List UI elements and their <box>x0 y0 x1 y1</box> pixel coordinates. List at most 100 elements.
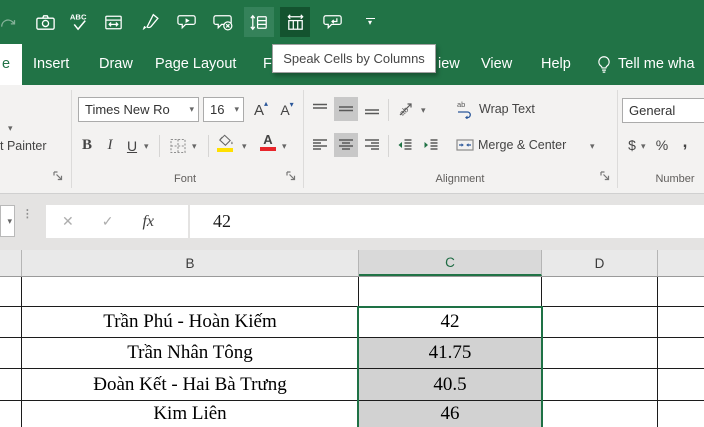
more-commands-icon[interactable]: ▾ <box>360 7 380 37</box>
brush-icon[interactable] <box>136 7 166 37</box>
cell-c5[interactable]: 46 <box>359 401 542 427</box>
number-format-combo[interactable]: General <box>622 98 704 123</box>
cell-d4[interactable] <box>542 369 658 401</box>
speak-cells-on-enter-icon[interactable] <box>318 7 348 37</box>
cell-c1[interactable] <box>359 277 542 307</box>
orientation-button[interactable]: ab <box>393 97 419 121</box>
copy-dropdown-caret[interactable]: ▾ <box>8 123 13 134</box>
lightbulb-icon <box>598 56 610 73</box>
comma-button[interactable]: , <box>678 130 692 154</box>
cell-e4[interactable] <box>658 369 704 401</box>
cell-a2[interactable] <box>0 307 22 338</box>
formula-bar-resizer[interactable]: ⁝ <box>25 207 30 222</box>
format-painter-label-partial[interactable]: t Painter <box>0 139 47 153</box>
borders-caret-icon[interactable]: ▾ <box>192 141 197 152</box>
wrap-text-label[interactable]: Wrap Text <box>479 102 535 116</box>
cell-b1[interactable] <box>22 277 359 307</box>
column-header-e[interactable] <box>658 250 704 276</box>
center-button[interactable] <box>334 133 358 157</box>
stop-speaking-icon[interactable] <box>208 7 238 37</box>
wrap-text-icon[interactable]: ab <box>455 98 477 120</box>
tell-me-box[interactable]: Tell me wha <box>596 44 704 85</box>
cell-b4[interactable]: Đoàn Kết - Hai Bà Trưng <box>22 369 359 401</box>
tab-home[interactable]: e <box>0 44 22 85</box>
merge-center-icon[interactable] <box>454 134 476 156</box>
tab-review-partial[interactable]: iew <box>438 44 460 85</box>
speak-cells-icon[interactable] <box>172 7 202 37</box>
middle-align-button[interactable] <box>334 97 358 121</box>
cell-e1[interactable] <box>658 277 704 307</box>
column-header-a[interactable] <box>0 250 22 276</box>
tab-insert[interactable]: Insert <box>33 44 69 85</box>
cell-a1[interactable] <box>0 277 22 307</box>
bold-button[interactable]: B <box>76 133 98 158</box>
cell-e2[interactable] <box>658 307 704 338</box>
tab-draw[interactable]: Draw <box>99 44 133 85</box>
top-align-button[interactable] <box>308 97 332 121</box>
cell-e5[interactable] <box>658 401 704 427</box>
underline-button[interactable]: U <box>122 133 142 158</box>
column-header-c[interactable]: C <box>359 250 542 276</box>
tab-view[interactable]: View <box>481 44 512 85</box>
speak-table-icon[interactable] <box>98 7 128 37</box>
cell-e3[interactable] <box>658 338 704 369</box>
spelling-icon[interactable]: ABC <box>64 7 94 37</box>
currency-button[interactable]: $ <box>624 133 640 157</box>
insert-function-icon[interactable]: fx <box>142 213 154 231</box>
font-name-combo[interactable]: Times New Ro ▾ <box>78 97 199 122</box>
tab-formulas-partial[interactable]: F <box>263 44 272 85</box>
grow-font-letter: A <box>253 101 264 119</box>
clipboard-dialog-launcher-icon[interactable] <box>52 169 65 182</box>
currency-caret-icon[interactable]: ▾ <box>641 141 646 152</box>
decrease-font-size-button[interactable]: A ▾ <box>275 98 299 122</box>
increase-font-size-button[interactable]: A ▴ <box>249 98 273 122</box>
name-box[interactable]: ▾ <box>0 205 15 237</box>
fill-color-button[interactable] <box>216 134 234 152</box>
font-dialog-launcher-icon[interactable] <box>285 169 298 182</box>
italic-button[interactable]: I <box>100 133 120 158</box>
font-size-combo[interactable]: 16 ▾ <box>203 97 244 122</box>
fill-color-caret-icon[interactable]: ▾ <box>242 141 247 152</box>
cell-a5[interactable] <box>0 401 22 427</box>
cell-c2-active[interactable]: 42 <box>359 307 542 338</box>
increase-indent-button[interactable] <box>419 133 443 157</box>
cell-a3[interactable] <box>0 338 22 369</box>
cell-d3[interactable] <box>542 338 658 369</box>
name-box-caret-icon: ▾ <box>7 215 12 226</box>
bottom-align-button[interactable] <box>360 97 384 121</box>
decrease-indent-button[interactable] <box>393 133 417 157</box>
cell-c3[interactable]: 41.75 <box>359 338 542 369</box>
formula-input[interactable]: 42 <box>190 205 704 238</box>
column-header-b[interactable]: B <box>22 250 359 276</box>
borders-button[interactable] <box>167 135 189 157</box>
font-color-button[interactable]: A <box>260 133 276 151</box>
merge-center-caret-icon[interactable]: ▾ <box>590 141 595 152</box>
align-left-button[interactable] <box>308 133 332 157</box>
speak-cells-by-rows-icon[interactable] <box>244 7 274 37</box>
tab-help[interactable]: Help <box>541 44 571 85</box>
column-header-d[interactable]: D <box>542 250 658 276</box>
underline-caret-icon[interactable]: ▾ <box>144 141 149 152</box>
alignment-group-label: Alignment <box>435 173 485 185</box>
enter-icon[interactable]: ✓ <box>102 213 114 230</box>
alignment-dialog-launcher-icon[interactable] <box>599 169 612 182</box>
merge-center-label[interactable]: Merge & Center <box>478 138 566 152</box>
camera-icon[interactable] <box>30 7 60 37</box>
orientation-caret-icon[interactable]: ▾ <box>421 105 426 116</box>
cell-b5[interactable]: Kim Liên <box>22 401 359 427</box>
align-right-button[interactable] <box>360 133 384 157</box>
paint-bucket-icon <box>219 134 233 146</box>
cell-c4[interactable]: 40.5 <box>359 369 542 401</box>
cell-b2[interactable]: Trần Phú - Hoàn Kiếm <box>22 307 359 338</box>
cancel-icon[interactable]: ✕ <box>62 213 74 230</box>
font-color-caret-icon[interactable]: ▾ <box>282 141 287 152</box>
cell-d2[interactable] <box>542 307 658 338</box>
speak-cells-by-columns-icon[interactable] <box>280 7 310 37</box>
cell-d5[interactable] <box>542 401 658 427</box>
tab-page-layout[interactable]: Page Layout <box>155 44 236 85</box>
cell-d1[interactable] <box>542 277 658 307</box>
redo-icon[interactable] <box>0 7 24 37</box>
percent-button[interactable]: % <box>652 133 672 157</box>
cell-b3[interactable]: Trần Nhân Tông <box>22 338 359 369</box>
cell-a4[interactable] <box>0 369 22 401</box>
